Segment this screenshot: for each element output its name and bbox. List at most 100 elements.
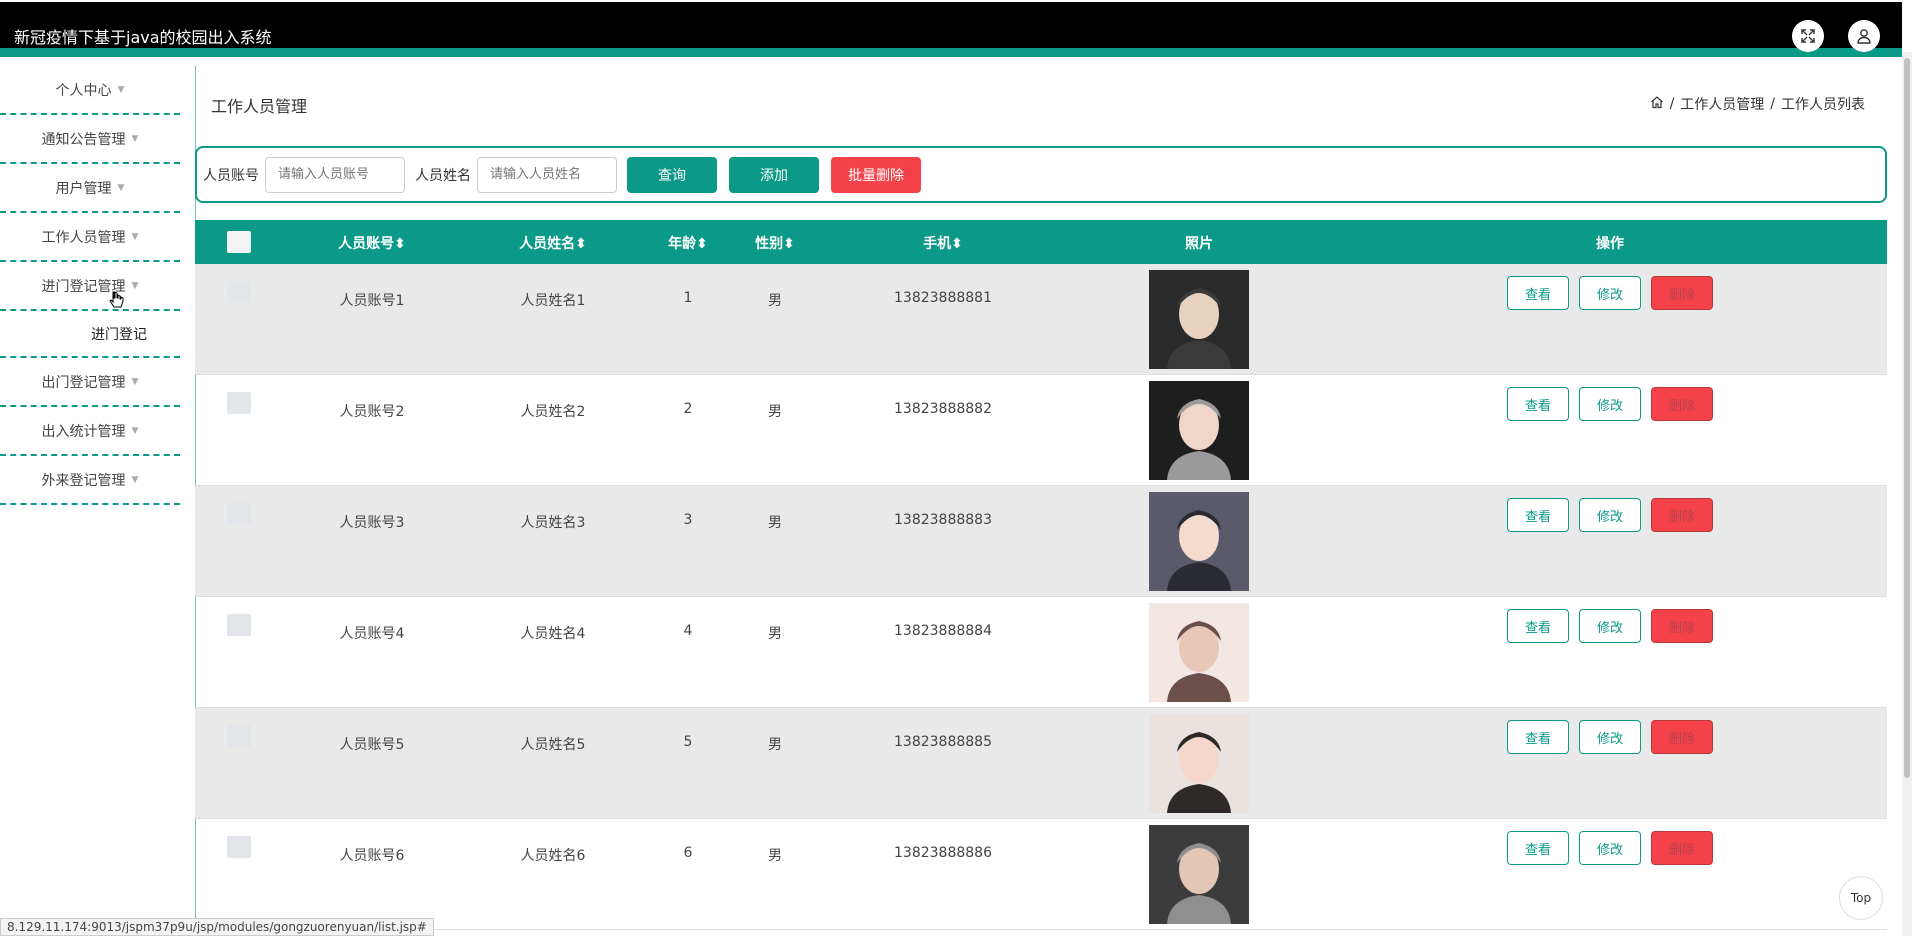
- cell-name: 人员姓名1: [520, 293, 586, 309]
- delete-button[interactable]: 删除: [1651, 276, 1713, 310]
- delete-button[interactable]: 删除: [1651, 831, 1713, 865]
- view-button[interactable]: 查看: [1507, 609, 1569, 643]
- batch-delete-button[interactable]: 批量删除: [831, 156, 921, 193]
- staff-photo: [1149, 381, 1249, 480]
- row-checkbox[interactable]: [227, 836, 251, 858]
- breadcrumb-item[interactable]: 工作人员管理: [1680, 94, 1764, 114]
- cell-name: 人员姓名4: [520, 626, 586, 642]
- cell-age: 4: [683, 623, 693, 639]
- add-button[interactable]: 添加: [729, 156, 819, 193]
- edit-button[interactable]: 修改: [1579, 387, 1641, 421]
- edit-button[interactable]: 修改: [1579, 720, 1641, 754]
- edit-button[interactable]: 修改: [1579, 498, 1641, 532]
- view-button[interactable]: 查看: [1507, 276, 1569, 310]
- sidebar-subitem-label: 进门登记: [91, 326, 147, 343]
- cell-phone: 13823888885: [894, 734, 992, 750]
- cell-phone: 13823888882: [894, 401, 992, 417]
- sidebar-item-label: 外来登记管理: [41, 472, 126, 489]
- cell-account: 人员账号3: [339, 515, 405, 531]
- cell-name: 人员姓名5: [520, 737, 586, 753]
- select-all-checkbox[interactable]: [227, 231, 251, 253]
- app-title: 新冠疫情下基于java的校园出入系统: [14, 28, 272, 47]
- view-button[interactable]: 查看: [1507, 831, 1569, 865]
- cell-phone: 13823888884: [894, 623, 992, 639]
- sidebar-item-notice[interactable]: 通知公告管理 ▼: [0, 115, 180, 164]
- account-label: 人员账号: [203, 167, 259, 184]
- caret-down-icon: ▼: [117, 84, 125, 95]
- delete-button[interactable]: 删除: [1651, 609, 1713, 643]
- user-icon[interactable]: [1848, 20, 1880, 52]
- sidebar: 个人中心 ▼ 通知公告管理 ▼ 用户管理 ▼ 工作人员管理 ▼ 进门登记管理 ▼ 进门登记…: [0, 66, 180, 505]
- caret-down-icon: ▼: [131, 280, 139, 291]
- header-gender[interactable]: 性别⬍: [755, 233, 795, 253]
- name-label: 人员姓名: [415, 167, 471, 184]
- header-phone[interactable]: 手机⬍: [923, 233, 963, 253]
- page-title: 工作人员管理: [211, 97, 308, 116]
- sidebar-item-statistics[interactable]: 出入统计管理 ▼: [0, 407, 180, 456]
- sidebar-item-personal-center[interactable]: 个人中心 ▼: [0, 66, 180, 115]
- mouse-cursor-icon: [109, 290, 125, 314]
- caret-down-icon: ▼: [131, 425, 139, 436]
- view-button[interactable]: 查看: [1507, 387, 1569, 421]
- breadcrumb-item: 工作人员列表: [1781, 97, 1865, 113]
- sidebar-item-label: 用户管理: [55, 180, 112, 197]
- cell-phone: 13823888886: [894, 845, 992, 861]
- sidebar-item-label: 个人中心: [55, 82, 112, 99]
- delete-button[interactable]: 删除: [1651, 720, 1713, 754]
- fullscreen-icon[interactable]: [1792, 20, 1824, 52]
- staff-photo: [1149, 492, 1249, 591]
- edit-button[interactable]: 修改: [1579, 276, 1641, 310]
- sidebar-item-users[interactable]: 用户管理 ▼: [0, 164, 180, 213]
- breadcrumb-separator: /: [1669, 96, 1675, 112]
- row-checkbox[interactable]: [227, 614, 251, 636]
- sidebar-item-label: 通知公告管理: [41, 131, 126, 148]
- back-to-top-button[interactable]: Top: [1839, 876, 1883, 920]
- table-row: 人员账号4 人员姓名4 4 男 13823888884 查看 修改 删除: [195, 597, 1887, 708]
- cell-gender: 男: [768, 848, 782, 864]
- cell-gender: 男: [768, 404, 782, 420]
- cell-phone: 13823888883: [894, 512, 992, 528]
- row-checkbox[interactable]: [227, 725, 251, 747]
- table-row: 人员账号1 人员姓名1 1 男 13823888881 查看 修改 删除: [195, 264, 1887, 375]
- scrollbar-thumb[interactable]: [1904, 58, 1910, 778]
- cell-name: 人员姓名6: [520, 848, 586, 864]
- sidebar-item-staff[interactable]: 工作人员管理 ▼: [0, 213, 180, 262]
- search-form: 人员账号 人员姓名 查询 添加 批量删除: [195, 146, 1887, 203]
- cell-account: 人员账号4: [339, 626, 405, 642]
- account-input[interactable]: [265, 156, 405, 193]
- sidebar-item-visitor[interactable]: 外来登记管理 ▼: [0, 456, 180, 505]
- staff-photo: [1149, 603, 1249, 702]
- sidebar-item-label: 工作人员管理: [41, 229, 126, 246]
- view-button[interactable]: 查看: [1507, 498, 1569, 532]
- view-button[interactable]: 查看: [1507, 720, 1569, 754]
- cell-account: 人员账号5: [339, 737, 405, 753]
- cell-account: 人员账号1: [339, 293, 405, 309]
- sidebar-item-label: 出门登记管理: [41, 374, 126, 391]
- table-row: 人员账号2 人员姓名2 2 男 13823888882 查看 修改 删除: [195, 375, 1887, 486]
- home-icon[interactable]: [1650, 95, 1664, 113]
- table-row: 人员账号6 人员姓名6 6 男 13823888886 查看 修改 删除: [195, 819, 1887, 930]
- staff-photo: [1149, 714, 1249, 813]
- cell-gender: 男: [768, 626, 782, 642]
- header-age[interactable]: 年龄⬍: [668, 233, 708, 253]
- sidebar-subitem-entry[interactable]: 进门登记: [0, 311, 180, 358]
- header-name[interactable]: 人员姓名⬍: [519, 233, 587, 253]
- caret-down-icon: ▼: [131, 133, 139, 144]
- header-actions: 操作: [1596, 236, 1624, 252]
- edit-button[interactable]: 修改: [1579, 831, 1641, 865]
- name-input[interactable]: [477, 156, 617, 193]
- sidebar-item-entry-register[interactable]: 进门登记管理 ▼: [0, 262, 180, 311]
- delete-button[interactable]: 删除: [1651, 387, 1713, 421]
- edit-button[interactable]: 修改: [1579, 609, 1641, 643]
- query-button[interactable]: 查询: [627, 156, 717, 193]
- cell-name: 人员姓名3: [520, 515, 586, 531]
- delete-button[interactable]: 删除: [1651, 498, 1713, 532]
- row-checkbox[interactable]: [227, 503, 251, 525]
- table-header: 人员账号⬍ 人员姓名⬍ 年龄⬍ 性别⬍ 手机⬍ 照片 操作: [195, 220, 1887, 264]
- row-checkbox[interactable]: [227, 281, 251, 303]
- cell-gender: 男: [768, 293, 782, 309]
- header-account[interactable]: 人员账号⬍: [338, 233, 406, 253]
- row-checkbox[interactable]: [227, 392, 251, 414]
- sidebar-item-exit-register[interactable]: 出门登记管理 ▼: [0, 358, 180, 407]
- breadcrumb-separator: /: [1770, 96, 1775, 112]
